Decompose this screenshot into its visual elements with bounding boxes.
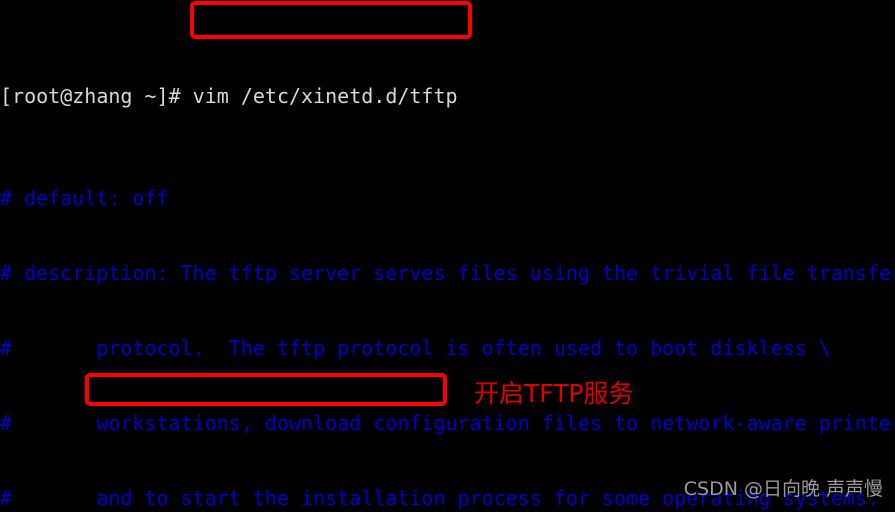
comment-text: # description: The tftp server serves fi… <box>0 261 895 285</box>
comment-line-0: # default: off <box>0 186 895 211</box>
annotation-note: 开启TFTP服务 <box>474 379 634 408</box>
watermark: CSDN @日向晚 声声慢 <box>683 478 883 500</box>
comment-line-2: # protocol. The tftp protocol is often u… <box>0 336 895 361</box>
comment-text: # workstations, download configuration f… <box>0 411 895 435</box>
comment-line-1: # description: The tftp server serves fi… <box>0 261 895 286</box>
comment-line-3: # workstations, download configuration f… <box>0 411 895 436</box>
shell-prompt: [root@zhang ~]# <box>0 84 193 108</box>
shell-command[interactable]: vim /etc/xinetd.d/tftp <box>193 84 458 108</box>
comment-text: # protocol. The tftp protocol is often u… <box>0 336 831 360</box>
shell-prompt-line: [root@zhang ~]# vim /etc/xinetd.d/tftp <box>0 75 895 111</box>
terminal-screen: [root@zhang ~]# vim /etc/xinetd.d/tftp #… <box>0 0 895 512</box>
terminal-text-area[interactable]: [root@zhang ~]# vim /etc/xinetd.d/tftp #… <box>0 0 895 512</box>
comment-text: # default: off <box>0 186 169 210</box>
